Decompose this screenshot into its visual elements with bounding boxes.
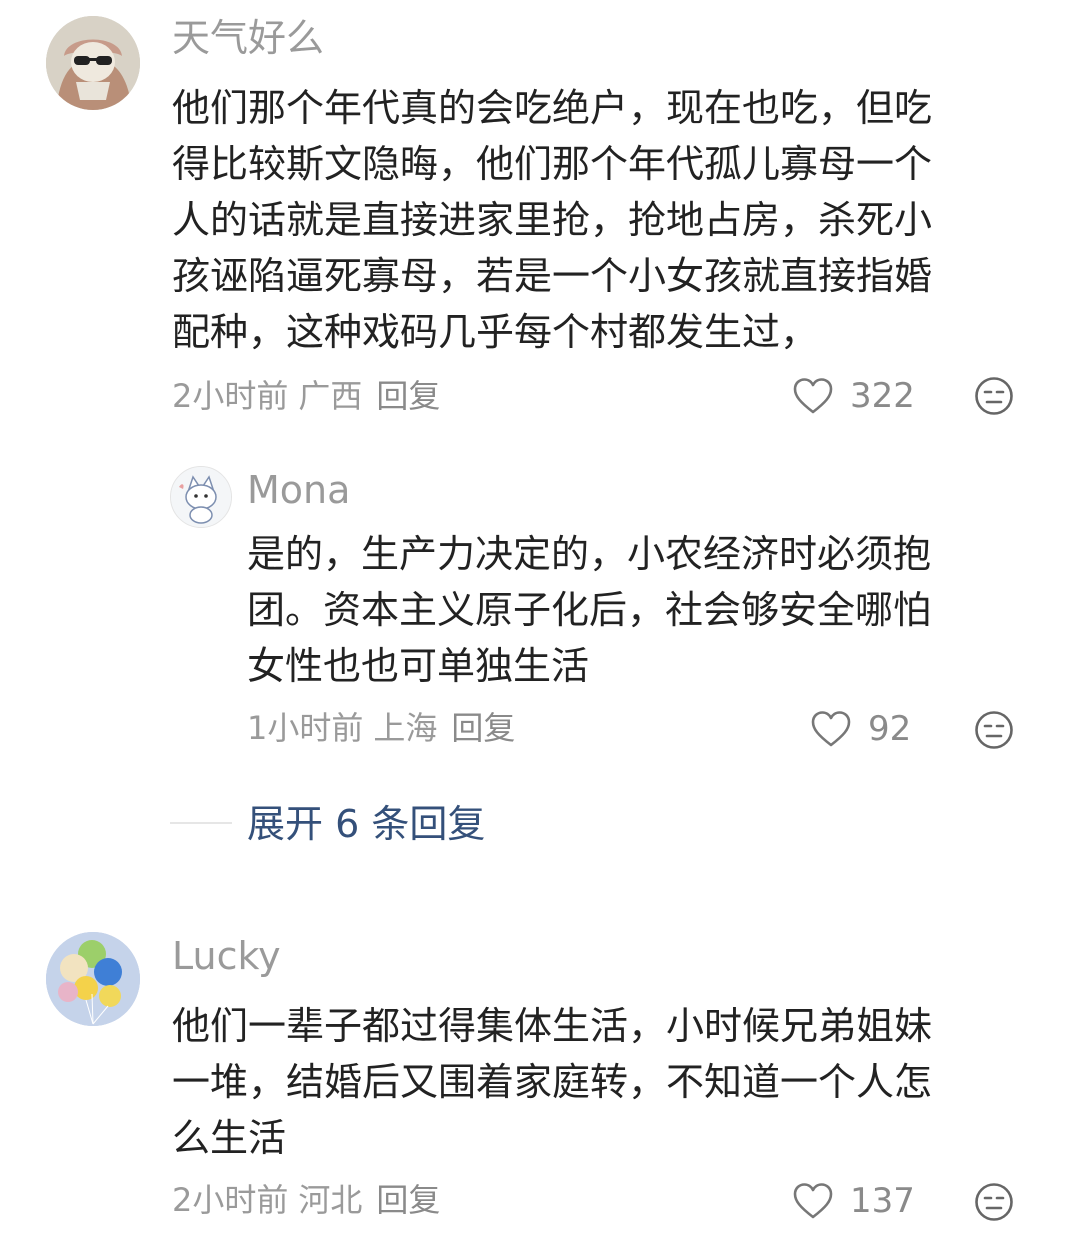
cartoon-cat-avatar-icon xyxy=(171,467,231,527)
expand-divider xyxy=(170,822,232,824)
comment-text: 是的，生产力决定的，小农经济时必须抱 团。资本主义原子化后，社会够安全哪怕 女性… xyxy=(247,532,932,688)
like-count: 322 xyxy=(850,376,915,416)
comment-meta: 1小时前 上海 回复 xyxy=(247,708,515,748)
heart-icon xyxy=(811,711,851,747)
user-avatar[interactable] xyxy=(46,932,140,1026)
comment-text: 他们一辈子都过得集体生活，小时候兄弟姐妹 一堆，结婚后又围着家庭转，不知道一个人… xyxy=(172,1004,933,1160)
timestamp: 2小时前 xyxy=(172,1181,289,1219)
like-count: 137 xyxy=(850,1181,915,1221)
user-avatar[interactable] xyxy=(46,16,140,110)
timestamp: 2小时前 xyxy=(172,377,289,415)
dislike-face-icon xyxy=(975,377,1013,415)
user-avatar[interactable] xyxy=(170,466,232,528)
region: 上海 xyxy=(373,709,438,747)
region: 河北 xyxy=(298,1181,363,1219)
dislike-face-icon xyxy=(975,711,1013,749)
cat-sunglasses-avatar-icon xyxy=(46,16,140,110)
comment-text: 他们那个年代真的会吃绝户，现在也吃，但吃 得比较斯文隐晦，他们那个年代孤儿寡母一… xyxy=(172,86,933,354)
expand-replies-button[interactable]: 展开 6 条回复 xyxy=(247,800,485,848)
comment-meta: 2小时前 广西 回复 xyxy=(172,376,440,416)
heart-icon xyxy=(793,378,833,414)
reply-button[interactable]: 回复 xyxy=(451,709,515,747)
like-button[interactable]: 92 xyxy=(810,705,911,753)
timestamp: 1小时前 xyxy=(247,709,364,747)
dislike-face-icon xyxy=(975,1183,1013,1221)
dislike-button[interactable] xyxy=(974,376,1014,420)
like-button[interactable]: 137 xyxy=(792,1177,915,1225)
username[interactable]: 天气好么 xyxy=(172,16,324,60)
like-count: 92 xyxy=(868,709,912,749)
balloons-avatar-icon xyxy=(46,932,140,1026)
dislike-button[interactable] xyxy=(974,710,1014,754)
region: 广西 xyxy=(298,377,363,415)
dislike-button[interactable] xyxy=(974,1182,1014,1226)
like-button[interactable]: 322 xyxy=(792,372,915,420)
reply-button[interactable]: 回复 xyxy=(376,377,440,415)
reply-button[interactable]: 回复 xyxy=(376,1181,440,1219)
username[interactable]: Mona xyxy=(247,468,350,512)
comment-meta: 2小时前 河北 回复 xyxy=(172,1180,440,1220)
heart-icon xyxy=(793,1183,833,1219)
username[interactable]: Lucky xyxy=(172,934,281,978)
